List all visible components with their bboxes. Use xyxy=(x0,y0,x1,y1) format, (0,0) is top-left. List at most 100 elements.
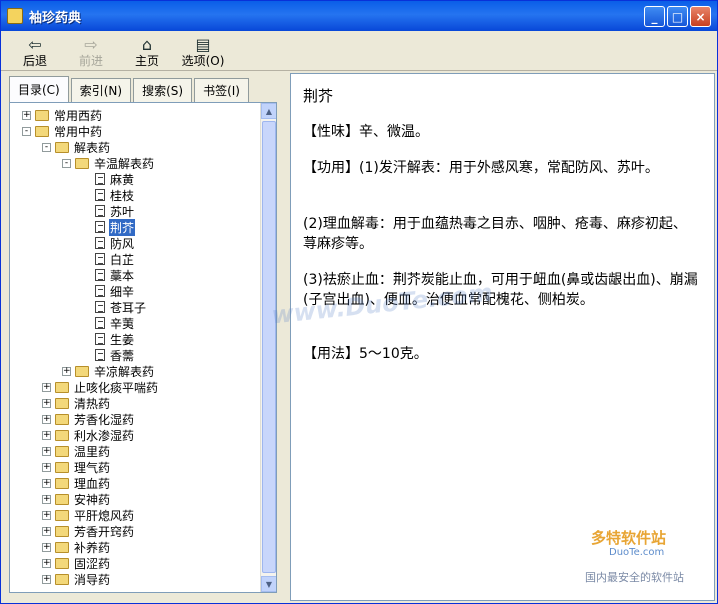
expand-icon[interactable]: + xyxy=(42,462,51,472)
tree-view: + 常用西药 - 常用中药 - 解表药 - 辛温解表药 麻黄 桂枝 苏叶 荆芥 防风 白芷 藁本 细辛 苍耳子辛… xyxy=(9,102,277,593)
tree-leaf-item[interactable]: 苏叶 xyxy=(10,203,260,219)
tree-leaf-item[interactable]: 白芷 xyxy=(10,251,260,267)
tree-folder-item[interactable]: + 常用西药 xyxy=(10,107,260,123)
collapse-icon[interactable]: - xyxy=(62,158,71,168)
tree-folder-item[interactable]: + 芳香开窍药 xyxy=(10,523,260,539)
tab-contents[interactable]: 目录(C) xyxy=(9,76,69,102)
tree-item-label: 苏叶 xyxy=(110,204,135,219)
function-section-2: (2)理血解毒：用于血蕴热毒之目赤、咽肿、疮毒、麻疹初起、荨麻疹等。 xyxy=(303,216,687,252)
tree-item-label: 藁本 xyxy=(110,268,135,283)
expand-icon[interactable]: + xyxy=(22,110,31,120)
tree-leaf-item[interactable]: 藁本 xyxy=(10,267,260,283)
tree-leaf-item[interactable]: 苍耳子 xyxy=(10,299,260,315)
tree-item-label: 安神药 xyxy=(74,492,111,507)
expand-icon[interactable]: + xyxy=(42,542,51,552)
tree-item-label: 补养药 xyxy=(74,540,111,555)
tree-leaf-item[interactable]: 麻黄 xyxy=(10,171,260,187)
back-arrow-icon: ⇦ xyxy=(28,35,42,54)
expand-icon[interactable]: + xyxy=(42,430,51,440)
tree-item-label: 桂枝 xyxy=(110,188,135,203)
tree-folder-item[interactable]: + 理气药 xyxy=(10,459,260,475)
tree-folder-item[interactable]: + 补养药 xyxy=(10,539,260,555)
folder-icon xyxy=(55,141,69,153)
expand-icon[interactable]: + xyxy=(42,398,51,408)
title-bar: 袖珍药典 _ □ × xyxy=(1,1,717,31)
document-icon xyxy=(95,349,105,361)
tree-item-label: 清热药 xyxy=(74,396,111,411)
tree-leaf-item[interactable]: 细辛 xyxy=(10,283,260,299)
tree-folder-item[interactable]: + 平肝熄风药 xyxy=(10,507,260,523)
tree-folder-item[interactable]: + 芳香化湿药 xyxy=(10,411,260,427)
tree-leaf-item[interactable]: 辛荑 xyxy=(10,315,260,331)
tree-folder-item[interactable]: + 温里药 xyxy=(10,443,260,459)
scroll-up-button[interactable]: ▲ xyxy=(261,103,276,119)
document-icon xyxy=(95,285,105,297)
tree-item-label: 苍耳子 xyxy=(110,300,147,315)
expand-icon[interactable]: + xyxy=(42,510,51,520)
scroll-thumb[interactable] xyxy=(262,121,276,573)
document-icon xyxy=(95,317,105,329)
tree-folder-item[interactable]: - 辛温解表药 xyxy=(10,155,260,171)
document-icon xyxy=(95,189,105,201)
back-button[interactable]: ⇦ 后退 xyxy=(7,32,63,70)
expand-icon[interactable]: + xyxy=(42,526,51,536)
tree-item-label: 白芷 xyxy=(110,252,135,267)
home-button[interactable]: ⌂ 主页 xyxy=(119,32,175,70)
tree-folder-item[interactable]: + 安神药 xyxy=(10,491,260,507)
folder-icon xyxy=(75,157,89,169)
forward-arrow-icon: ⇨ xyxy=(84,35,98,54)
tree-leaf-item[interactable]: 荆芥 xyxy=(10,218,260,236)
tree-leaf-item[interactable]: 防风 xyxy=(10,235,260,251)
expand-icon[interactable]: + xyxy=(42,574,51,584)
minimize-button[interactable]: _ xyxy=(644,6,665,27)
folder-icon xyxy=(55,509,69,521)
expand-icon[interactable]: + xyxy=(62,366,71,376)
tree-item-label: 防风 xyxy=(110,236,135,251)
expand-icon[interactable]: + xyxy=(42,478,51,488)
options-button[interactable]: ▤ 选项(O) xyxy=(175,32,231,70)
folder-icon xyxy=(35,109,49,121)
expand-icon[interactable]: + xyxy=(42,494,51,504)
close-button[interactable]: × xyxy=(690,6,711,27)
tab-bookmarks[interactable]: 书签(I) xyxy=(194,78,249,102)
scroll-down-button[interactable]: ▼ xyxy=(261,576,276,592)
expand-icon[interactable]: + xyxy=(42,558,51,568)
tree-leaf-item[interactable]: 生姜 xyxy=(10,331,260,347)
forward-button[interactable]: ⇨ 前进 xyxy=(63,32,119,70)
article-title: 荆芥 xyxy=(303,87,334,105)
tree-folder-item[interactable]: + 止咳化痰平喘药 xyxy=(10,379,260,395)
collapse-icon[interactable]: - xyxy=(22,126,31,136)
document-icon xyxy=(95,173,105,185)
navigation-pane: 目录(C) 索引(N) 搜索(S) 书签(I) + 常用西药 - 常用中药 - 解表药 - 辛… xyxy=(5,73,285,601)
folder-icon xyxy=(55,397,69,409)
tree-item-label: 麻黄 xyxy=(110,172,135,187)
document-icon xyxy=(95,333,105,345)
book-icon xyxy=(7,8,23,24)
tree-item-label: 止咳化痰平喘药 xyxy=(74,380,159,395)
expand-icon[interactable]: + xyxy=(42,414,51,424)
tree-folder-item[interactable]: + 固涩药 xyxy=(10,555,260,571)
document-icon xyxy=(95,269,105,281)
tab-index[interactable]: 索引(N) xyxy=(70,78,132,102)
maximize-button[interactable]: □ xyxy=(667,6,688,27)
tree-item-label: 辛凉解表药 xyxy=(94,364,155,379)
collapse-icon[interactable]: - xyxy=(42,142,51,152)
tree-folder-item[interactable]: - 解表药 xyxy=(10,139,260,155)
expand-icon[interactable]: + xyxy=(42,382,51,392)
tree-folder-item[interactable]: + 利水渗湿药 xyxy=(10,427,260,443)
tree-folder-item[interactable]: - 常用中药 xyxy=(10,123,260,139)
expand-icon[interactable]: + xyxy=(42,446,51,456)
tree-leaf-item[interactable]: 桂枝 xyxy=(10,187,260,203)
tree-item-label: 辛荑 xyxy=(110,316,135,331)
tree-folder-item[interactable]: + 消导药 xyxy=(10,571,260,587)
watermark-brand: 多特软件站 xyxy=(591,529,667,547)
options-label: 选项(O) xyxy=(181,54,225,68)
tree-item-label: 生姜 xyxy=(110,332,135,347)
tab-search[interactable]: 搜索(S) xyxy=(133,78,193,102)
document-icon xyxy=(95,205,105,217)
vertical-scrollbar[interactable]: ▲ ▼ xyxy=(260,103,276,592)
tree-folder-item[interactable]: + 清热药 xyxy=(10,395,260,411)
tree-leaf-item[interactable]: 香薷 xyxy=(10,347,260,363)
tree-folder-item[interactable]: + 理血药 xyxy=(10,475,260,491)
tree-folder-item[interactable]: + 辛凉解表药 xyxy=(10,363,260,379)
